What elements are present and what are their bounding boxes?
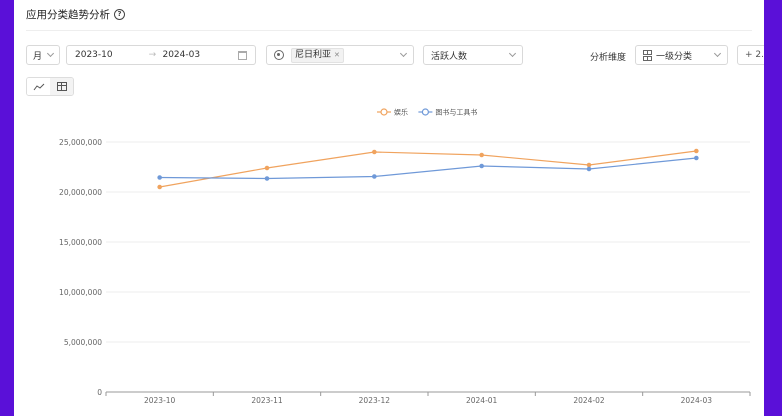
y-axis: 0 5,000,000 10,000,000 15,000,000 20,000,000… bbox=[59, 138, 102, 397]
y-tick-label: 10,000,000 bbox=[59, 288, 102, 297]
y-tick-label: 0 bbox=[97, 388, 102, 397]
header-divider bbox=[26, 30, 752, 31]
line-chart: 娱乐 图书与工具书 0 5,000,000 10,000,000 15,000,000 2… bbox=[59, 108, 751, 405]
data-point[interactable] bbox=[479, 163, 484, 169]
granularity-select[interactable]: 月 bbox=[26, 45, 60, 65]
chart-legend: 娱乐 图书与工具书 bbox=[377, 108, 477, 117]
line-chart-toggle[interactable] bbox=[27, 78, 50, 95]
date-arrow-icon: → bbox=[148, 50, 157, 60]
chart-panel: 应用分类趋势分析 ? 月 2023-10 → 2024-03 尼日利亚 ✕ 活跃… bbox=[14, 0, 764, 416]
x-tick-label: 2024-03 bbox=[681, 396, 713, 405]
data-point[interactable] bbox=[157, 175, 162, 180]
y-tick-label: 25,000,000 bbox=[59, 138, 102, 147]
chevron-down-icon bbox=[713, 49, 722, 58]
region-tag-label: 尼日利亚 bbox=[295, 49, 332, 60]
data-point[interactable] bbox=[694, 148, 699, 154]
page-title-text: 应用分类趋势分析 bbox=[26, 9, 110, 21]
chart-series bbox=[157, 148, 699, 190]
page-title: 应用分类趋势分析 ? bbox=[26, 7, 125, 22]
legend-label: 娱乐 bbox=[394, 108, 408, 117]
legend-marker bbox=[421, 108, 429, 116]
x-tick-label: 2024-01 bbox=[466, 396, 498, 405]
x-tick-label: 2023-10 bbox=[144, 396, 176, 405]
data-point[interactable] bbox=[264, 176, 270, 181]
legend-item[interactable]: 娱乐 bbox=[377, 108, 408, 117]
more-filters-label: + 2... bbox=[745, 50, 764, 60]
date-start[interactable]: 2023-10 bbox=[75, 50, 149, 60]
data-point[interactable] bbox=[694, 155, 699, 161]
chevron-down-icon bbox=[399, 49, 408, 58]
data-point[interactable] bbox=[372, 149, 377, 155]
help-icon[interactable]: ? bbox=[114, 9, 125, 20]
dimension-label: 分析维度 bbox=[590, 53, 627, 63]
y-tick-label: 5,000,000 bbox=[64, 338, 102, 347]
chevron-down-icon bbox=[508, 49, 517, 58]
globe-icon bbox=[274, 50, 284, 60]
data-point[interactable] bbox=[264, 165, 270, 171]
x-tick-label: 2024-02 bbox=[573, 396, 605, 405]
dimension-value: 一级分类 bbox=[656, 51, 693, 62]
dimension-select[interactable]: 一级分类 bbox=[635, 45, 728, 65]
x-tick-label: 2023-12 bbox=[359, 396, 391, 405]
calendar-icon bbox=[238, 50, 247, 60]
date-end[interactable]: 2024-03 bbox=[162, 50, 238, 60]
line-chart-icon bbox=[33, 83, 44, 90]
data-point[interactable] bbox=[586, 162, 592, 168]
chevron-down-icon bbox=[46, 49, 55, 58]
data-point[interactable] bbox=[479, 152, 484, 158]
metric-value: 活跃人数 bbox=[431, 51, 468, 62]
y-tick-label: 20,000,000 bbox=[59, 188, 102, 197]
data-point[interactable] bbox=[372, 174, 377, 179]
granularity-value: 月 bbox=[33, 51, 43, 62]
data-point[interactable] bbox=[157, 184, 162, 190]
legend-label: 图书与工具书 bbox=[435, 108, 477, 117]
region-select[interactable]: 尼日利亚 ✕ bbox=[266, 45, 414, 65]
table-icon bbox=[56, 82, 67, 91]
data-point[interactable] bbox=[586, 166, 592, 172]
more-filters-button[interactable]: + 2... bbox=[737, 45, 764, 65]
table-toggle[interactable] bbox=[50, 78, 73, 95]
chart-type-toggle[interactable] bbox=[26, 77, 74, 96]
metric-select[interactable]: 活跃人数 bbox=[423, 45, 523, 65]
region-tag[interactable]: 尼日利亚 ✕ bbox=[291, 47, 344, 63]
series-line bbox=[159, 150, 697, 188]
legend-item[interactable]: 图书与工具书 bbox=[418, 108, 477, 117]
x-axis: 2023-10 2023-11 2023-12 2024-01 2024-02 2024-… bbox=[105, 391, 751, 405]
y-tick-label: 15,000,000 bbox=[59, 238, 102, 247]
legend-marker bbox=[380, 108, 388, 116]
date-range-picker[interactable]: 2023-10 → 2024-03 bbox=[66, 45, 256, 65]
chart-grid bbox=[106, 141, 750, 343]
x-tick-label: 2023-11 bbox=[251, 396, 283, 405]
close-icon[interactable]: ✕ bbox=[334, 49, 340, 62]
category-grid-icon bbox=[643, 49, 652, 61]
